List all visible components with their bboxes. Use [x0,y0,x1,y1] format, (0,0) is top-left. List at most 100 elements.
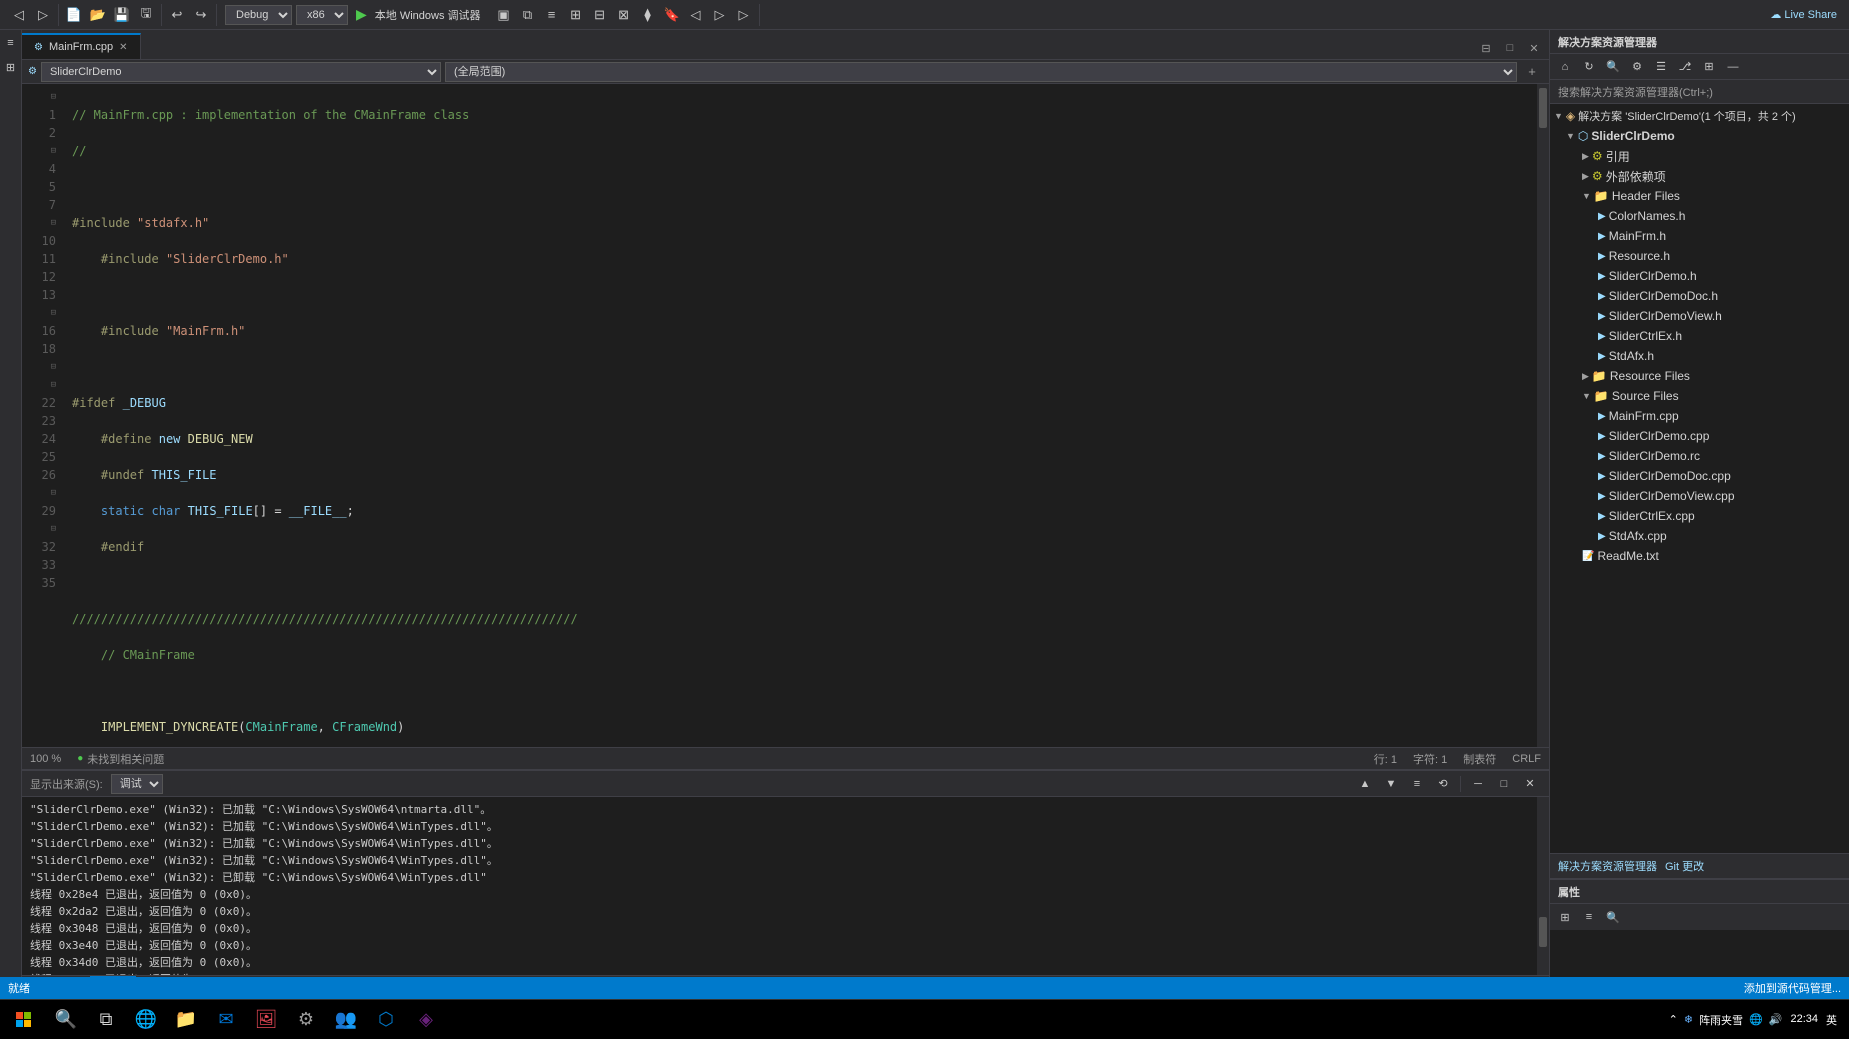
tab-mainfrm-cpp[interactable]: ⚙ MainFrm.cpp ✕ [22,33,141,59]
scope-dropdown[interactable]: (全局范围) [445,62,1517,82]
toolbar-btn-11[interactable]: ▷ [733,4,755,26]
file-mainfrm-cpp[interactable]: ▶ MainFrm.cpp [1550,406,1849,426]
file-sliderctrlex-h[interactable]: ▶ SliderCtrlEx.h [1550,326,1849,346]
back-btn[interactable]: ◁ [8,4,30,26]
props-search-btn[interactable]: 🔍 [1602,906,1624,928]
add-source-btn[interactable]: 添加到源代码管理... [1744,980,1841,996]
tree-item-references[interactable]: ▶ ⚙ 引用 [1550,146,1849,166]
output-wrap-btn[interactable]: ⟲ [1432,773,1454,795]
liveshare-button[interactable]: ☁ Live Share [1762,8,1845,21]
new-file-btn[interactable]: 📄 [63,4,85,26]
file-sliderclrdemo-h[interactable]: ▶ SliderClrDemo.h [1550,266,1849,286]
tree-item-header-files[interactable]: ▼ 📁 Header Files [1550,186,1849,206]
git-changes-btn[interactable]: Git 更改 [1665,858,1704,874]
file-sliderclrdemo-cpp[interactable]: ▶ SliderClrDemo.cpp [1550,426,1849,446]
file-sliderclrdemo-rc[interactable]: ▶ SliderClrDemo.rc [1550,446,1849,466]
se-git-btn[interactable]: ⎇ [1674,56,1696,78]
se-search-btn[interactable]: 🔍 [1602,56,1624,78]
toolbar-btn-6[interactable]: ⊠ [613,4,635,26]
output-close-btn[interactable]: ✕ [1519,773,1541,795]
undo-btn[interactable]: ↩ [166,4,188,26]
file-colornames-h[interactable]: ▶ ColorNames.h [1550,206,1849,226]
edge-btn[interactable]: 🌐 [128,1002,164,1038]
vs-btn[interactable]: ◈ [408,1002,444,1038]
output-source-select[interactable]: 调试 [111,774,163,794]
file-stdafx-cpp[interactable]: ▶ StdAfx.cpp [1550,526,1849,546]
class-dropdown[interactable]: SliderClrDemo [41,62,441,82]
output-clear-btn[interactable]: ≡ [1406,773,1428,795]
tab-close-btn[interactable]: ✕ [119,42,127,53]
file-readme[interactable]: 📝 ReadMe.txt [1550,546,1849,566]
output-panel-btn[interactable]: ─ [1467,773,1489,795]
mail-btn[interactable]: ✉ [208,1002,244,1038]
tab-icon-1[interactable]: ⊟ [1475,37,1497,59]
tray-up-icon[interactable]: ⌃ [1669,1013,1678,1026]
redo-btn[interactable]: ↪ [190,4,212,26]
file-sliderclrdemoview-h[interactable]: ▶ SliderClrDemoView.h [1550,306,1849,326]
vscode-btn[interactable]: ⬡ [368,1002,404,1038]
solution-root[interactable]: ▼ ◈ 解决方案 'SliderClrDemo'(1 个项目，共 2 个) [1550,106,1849,126]
props-grid-btn[interactable]: ⊞ [1554,906,1576,928]
toolbar-btn-4[interactable]: ⊞ [565,4,587,26]
clock-time: 22:34 [1790,1012,1818,1027]
toolbar-btn-8[interactable]: 🔖 [661,4,683,26]
sidebar-icon-1[interactable]: ≡ [2,34,20,52]
file-icon-sliderclrdemoview-h: ▶ [1598,311,1606,322]
toolbar-btn-10[interactable]: ▷ [709,4,731,26]
code-editor[interactable]: ⊟ 1 2 ⊟ 4 5 7 ⊟ 10 11 12 13 ⊟ 16 18 [22,84,1549,747]
explorer-btn[interactable]: 📁 [168,1002,204,1038]
system-clock[interactable]: 22:34 [1790,1012,1818,1027]
photos-btn[interactable]: 🖼 [248,1002,284,1038]
solution-explorer-btn[interactable]: 解决方案资源管理器 [1558,858,1657,874]
teams-btn[interactable]: 👥 [328,1002,364,1038]
se-collapse-btn[interactable]: — [1722,56,1744,78]
toolbar-btn-9[interactable]: ◁ [685,4,707,26]
debug-config-select[interactable]: Debug [225,5,292,25]
settings-btn[interactable]: ⚙ [288,1002,324,1038]
code-text[interactable]: // MainFrm.cpp : implementation of the C… [64,84,1537,747]
save-all-btn[interactable]: 🖫 [135,4,157,26]
file-stdafx-h[interactable]: ▶ StdAfx.h [1550,346,1849,366]
se-view-btn[interactable]: ☰ [1650,56,1672,78]
output-btn-2[interactable]: ▼ [1380,773,1402,795]
volume-icon[interactable]: 🔊 [1769,1013,1783,1026]
tab-icon-2[interactable]: □ [1499,37,1521,59]
output-btn-1[interactable]: ▲ [1354,773,1376,795]
props-list-btn[interactable]: ≡ [1578,906,1600,928]
run-button[interactable]: ▶ [352,6,371,23]
se-refresh-btn[interactable]: ↻ [1578,56,1600,78]
top-toolbar: ◁ ▷ 📄 📂 💾 🖫 ↩ ↪ Debug x86 ▶ 本地 Windows 调… [0,0,1849,30]
output-scrollbar[interactable] [1537,797,1549,975]
toolbar-btn-3[interactable]: ≡ [541,4,563,26]
path-add-btn[interactable]: + [1521,61,1543,83]
task-view-btn[interactable]: ⧉ [88,1002,124,1038]
tree-item-external-deps[interactable]: ▶ ⚙ 外部依赖项 [1550,166,1849,186]
file-mainfrm-h[interactable]: ▶ MainFrm.h [1550,226,1849,246]
file-resource-h[interactable]: ▶ Resource.h [1550,246,1849,266]
toolbar-btn-5[interactable]: ⊟ [589,4,611,26]
forward-btn[interactable]: ▷ [32,4,54,26]
open-btn[interactable]: 📂 [87,4,109,26]
tab-icon-3[interactable]: ✕ [1523,37,1545,59]
se-props-btn[interactable]: ⚙ [1626,56,1648,78]
file-sliderclrdemodoc-h[interactable]: ▶ SliderClrDemoDoc.h [1550,286,1849,306]
tree-item-source-files[interactable]: ▼ 📁 Source Files [1550,386,1849,406]
output-float-btn[interactable]: □ [1493,773,1515,795]
toolbar-btn-1[interactable]: ▣ [493,4,515,26]
file-sliderclrdemodoc-cpp[interactable]: ▶ SliderClrDemoDoc.cpp [1550,466,1849,486]
editor-scrollbar[interactable] [1537,84,1549,747]
output-line: 线程 0x34d0 已退出，返回值为 0 (0x0)。 [30,954,1529,971]
search-taskbar-btn[interactable]: 🔍 [48,1002,84,1038]
se-filter-btn[interactable]: ⊞ [1698,56,1720,78]
sidebar-icon-2[interactable]: ⊞ [2,58,20,76]
platform-select[interactable]: x86 [296,5,348,25]
save-btn[interactable]: 💾 [111,4,133,26]
file-sliderclrdemoview-cpp[interactable]: ▶ SliderClrDemoView.cpp [1550,486,1849,506]
tree-item-resource-files[interactable]: ▶ 📁 Resource Files [1550,366,1849,386]
toolbar-btn-7[interactable]: ⧫ [637,4,659,26]
project-root[interactable]: ▼ ⬡ SliderClrDemo [1550,126,1849,146]
toolbar-btn-2[interactable]: ⧉ [517,4,539,26]
file-sliderctrlex-cpp[interactable]: ▶ SliderCtrlEx.cpp [1550,506,1849,526]
start-button[interactable] [4,1002,44,1038]
se-home-btn[interactable]: ⌂ [1554,56,1576,78]
